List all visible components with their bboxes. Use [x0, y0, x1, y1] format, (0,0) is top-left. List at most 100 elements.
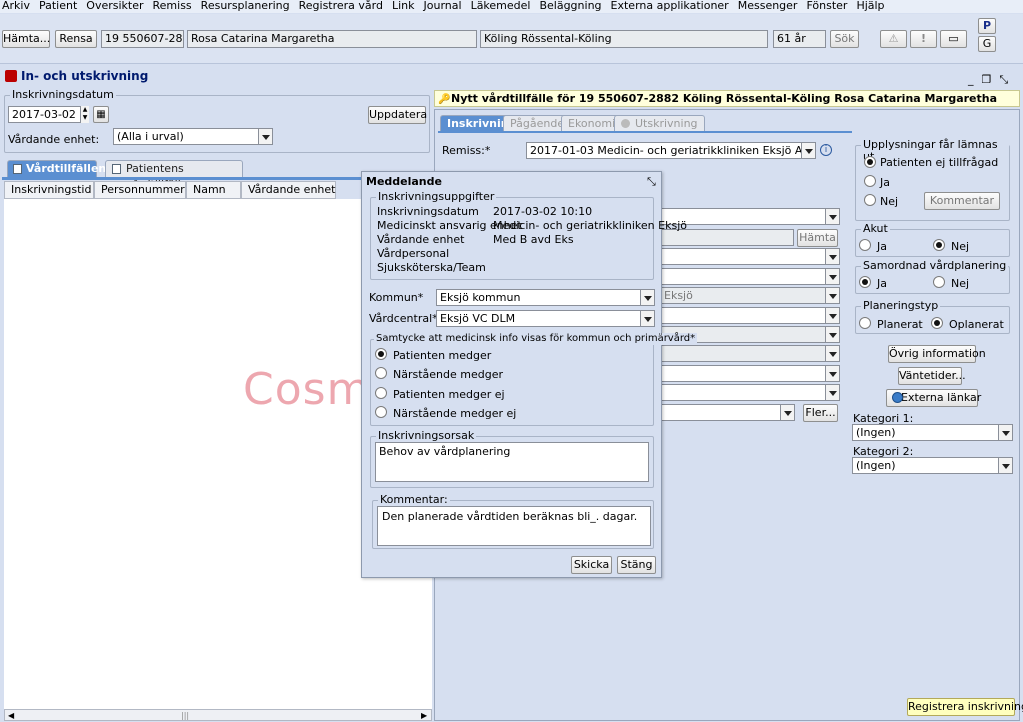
update-button[interactable]: Uppdatera [368, 106, 427, 124]
calendar-icon[interactable]: ▦ [93, 106, 109, 123]
date-input[interactable]: 2017-03-02 [8, 106, 88, 123]
date-group-legend: Inskrivningsdatum [10, 88, 116, 101]
date-spinner[interactable]: ▲ ▼ [80, 106, 89, 123]
send-button[interactable]: Skicka [571, 556, 612, 574]
consent-radio-narstaende-medger-ej[interactable] [375, 406, 387, 418]
tab-vardtillfallen[interactable]: Vårdtillfällen [7, 160, 106, 177]
key-icon: 🔑 [438, 94, 451, 105]
warning-icon[interactable]: ⚠ [880, 30, 907, 48]
field-row-1[interactable] [660, 208, 840, 225]
eksjo-value: Eksjö [664, 289, 693, 302]
col-personnummer[interactable]: Personnummer [94, 181, 186, 199]
field-row-4[interactable] [660, 268, 840, 285]
close-window-icon[interactable]: ⤡ [999, 73, 1016, 86]
menu-registrera-vard[interactable]: Registrera vård [299, 0, 383, 13]
samordnad-radio-ja[interactable] [859, 276, 871, 288]
kategori1-select[interactable]: (Ingen) [852, 424, 1013, 441]
plan-radio-oplanerat[interactable] [931, 317, 943, 329]
search-button[interactable]: Sök [830, 30, 859, 48]
info-label-ja: Ja [880, 176, 890, 189]
menu-bar: Arkiv Patient Översikter Remiss Resurspl… [0, 0, 1023, 13]
comment-textarea[interactable]: Den planerade vårdtiden beräknas bli_. d… [377, 506, 651, 546]
vardcentral-select[interactable]: Eksjö VC DLM [436, 310, 655, 327]
tab-patientens-vardtillfallen[interactable]: Patientens vårdtillfällen [105, 160, 243, 191]
menu-resursplanering[interactable]: Resursplanering [201, 0, 290, 13]
akut-radio-ja[interactable] [859, 239, 871, 251]
tab-ekonomi[interactable]: Ekonomi [561, 115, 623, 131]
col-namn[interactable]: Namn [186, 181, 241, 199]
field-row-5[interactable]: Eksjö [660, 287, 840, 304]
patient-surname-field[interactable]: Köling Rössental-Köling [480, 30, 768, 48]
alert-icon[interactable]: ! [910, 30, 937, 48]
horizontal-scrollbar[interactable]: ◀ ||| ▶ [4, 709, 432, 721]
akut-radio-nej[interactable] [933, 239, 945, 251]
fetch-button[interactable]: Hämta... [2, 30, 50, 48]
info-radio-nej[interactable] [864, 194, 876, 206]
menu-link[interactable]: Link [392, 0, 415, 13]
row-value-inskrivningsdatum: 2017-03-02 10:10 [493, 205, 593, 218]
hamta-button[interactable]: Hämta [797, 229, 838, 247]
card-icon[interactable]: ▭ [940, 30, 967, 48]
ovrig-info-button[interactable]: Övrig information [888, 345, 986, 363]
restore-icon[interactable]: ❐ [982, 73, 1000, 86]
menu-oversikter[interactable]: Översikter [86, 0, 143, 13]
row-key-sjukskoterska: Sjuksköterska/Team [377, 261, 486, 274]
menu-patient[interactable]: Patient [39, 0, 77, 13]
info-icon[interactable]: i [820, 144, 832, 156]
field-row-6[interactable] [660, 307, 840, 324]
plan-radio-planerat[interactable] [859, 317, 871, 329]
kommun-select[interactable]: Eksjö kommun [436, 289, 655, 306]
consent-radio-narstaende-medger[interactable] [375, 367, 387, 379]
menu-hjalp[interactable]: Hjälp [856, 0, 884, 13]
menu-fonster[interactable]: Fönster [806, 0, 847, 13]
info-radio-ja[interactable] [864, 175, 876, 187]
field-row-9[interactable] [660, 365, 840, 382]
plan-label-planerat: Planerat [877, 318, 923, 331]
window-controls: _❐⤡ [968, 74, 1018, 86]
menu-journal[interactable]: Journal [424, 0, 462, 13]
minimize-icon[interactable]: _ [968, 73, 982, 86]
col-inskrivningstid[interactable]: Inskrivningstid [4, 181, 94, 199]
col-vardande-enhet[interactable]: Vårdande enhet [241, 181, 336, 199]
g-button[interactable]: G [978, 36, 996, 52]
chevron-down-icon [825, 249, 839, 264]
row-value-vardande-enhet: Med B avd Eks [493, 233, 574, 246]
samordnad-radio-nej[interactable] [933, 276, 945, 288]
patient-name-field[interactable]: Rosa Catarina Margaretha [187, 30, 477, 48]
menu-arkiv[interactable]: Arkiv [2, 0, 30, 13]
info-radio-ej-tillfragad[interactable] [864, 156, 876, 168]
menu-belaggning[interactable]: Beläggning [539, 0, 601, 13]
field-row-3[interactable] [660, 248, 840, 265]
p-button[interactable]: P [978, 18, 996, 34]
consent-radio-patient-medger-ej[interactable] [375, 387, 387, 399]
scroll-left-icon[interactable]: ◀ [8, 711, 14, 720]
unit-select[interactable]: (Alla i urval) [113, 128, 273, 145]
menu-externa-applikationer[interactable]: Externa applikationer [611, 0, 729, 13]
disabled-icon [621, 119, 630, 128]
kategori1-value: (Ingen) [856, 426, 896, 439]
scroll-right-icon[interactable]: ▶ [421, 711, 427, 720]
close-button[interactable]: Stäng [617, 556, 656, 574]
field-row-11[interactable] [660, 404, 795, 421]
field-row-8[interactable] [660, 345, 840, 362]
clear-button[interactable]: Rensa [55, 30, 97, 48]
menu-remiss[interactable]: Remiss [153, 0, 192, 13]
remiss-select[interactable]: 2017-01-03 Medicin- och geriatrikklinike… [526, 142, 816, 159]
tab-utskrivning[interactable]: Utskrivning [614, 115, 705, 131]
field-row-10[interactable] [660, 384, 840, 401]
personnummer-field[interactable]: 19 550607-2882 [101, 30, 184, 48]
kategori2-select[interactable]: (Ingen) [852, 457, 1013, 474]
registrera-inskrivning-button[interactable]: Registrera inskrivning [907, 698, 1023, 716]
vantetider-button[interactable]: Väntetider... [898, 367, 966, 385]
menu-lakemedel[interactable]: Läkemedel [471, 0, 531, 13]
consent-radio-patient-medger[interactable] [375, 348, 387, 360]
fler-button[interactable]: Fler... [803, 404, 838, 422]
externa-lankar-button[interactable]: Externa länkar [886, 389, 981, 407]
kommun-value: Eksjö kommun [440, 291, 521, 304]
reason-textarea[interactable]: Behov av vårdplanering [375, 442, 649, 482]
scroll-thumb[interactable]: ||| [181, 711, 189, 720]
kommentar-button[interactable]: Kommentar [924, 192, 1000, 210]
vardcentral-label: Vårdcentral* [369, 312, 438, 325]
dialog-close-icon[interactable]: ⤡ [647, 175, 656, 189]
menu-messenger[interactable]: Messenger [738, 0, 798, 13]
